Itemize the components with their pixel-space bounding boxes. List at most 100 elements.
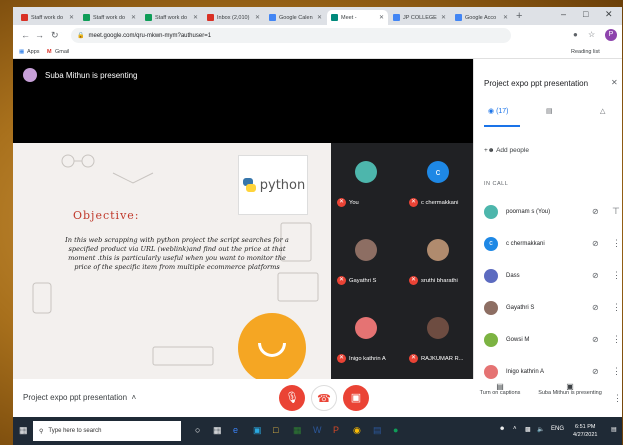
close-tab-icon[interactable]: ✕ <box>503 14 508 21</box>
reload-icon[interactable]: ↻ <box>51 30 59 41</box>
new-tab-icon[interactable]: + <box>516 10 522 22</box>
participant-row[interactable]: poornam s (You) ⊘ ⊤ <box>482 201 620 225</box>
more-vert-icon[interactable]: ⋮ <box>612 302 621 313</box>
star-icon[interactable]: ☆ <box>588 30 595 39</box>
volume-icon[interactable]: 🔈 <box>537 426 544 433</box>
more-vert-icon[interactable]: ⋮ <box>612 366 621 377</box>
chevron-up-tray-icon[interactable]: ˄ <box>513 426 517 432</box>
mic-muted-icon: ⊘ <box>592 207 599 216</box>
pin-icon[interactable]: ⊤ <box>612 206 620 217</box>
participant-avatar <box>427 239 449 261</box>
camera-off-button[interactable]: ▣ <box>343 385 369 411</box>
bookmark-apps[interactable]: Apps <box>27 49 40 55</box>
more-options-icon[interactable]: ⋮ <box>613 393 622 404</box>
participant-tile[interactable]: c ✕ c chermakkani <box>403 143 473 221</box>
participant-name: c chermakkani <box>421 200 459 206</box>
search-icon: ⚲ <box>39 428 44 435</box>
excel-icon[interactable]: ▦ <box>293 425 302 436</box>
store-icon[interactable]: ▣ <box>253 425 262 436</box>
omnibox[interactable]: 🔒 meet.google.com/qru-mkwn-mym?authuser=… <box>71 28 511 43</box>
close-window-icon[interactable]: ✕ <box>605 9 613 20</box>
apps-grid-icon[interactable]: ▦ <box>19 49 24 55</box>
gmail-icon: M <box>47 49 52 55</box>
google-icon <box>455 14 462 21</box>
file-explorer-icon[interactable]: □ <box>273 425 278 435</box>
mic-off-button[interactable]: 🎙 <box>279 385 305 411</box>
network-icon[interactable]: ▩ <box>525 426 531 433</box>
more-vert-icon[interactable]: ⋮ <box>612 334 621 345</box>
bookmark-gmail[interactable]: Gmail <box>55 49 69 55</box>
tab-label: Google Calen <box>279 14 313 21</box>
meet-stage: Suba Mithun is presenting python Objecti… <box>13 59 622 417</box>
close-panel-icon[interactable]: ✕ <box>611 78 618 87</box>
minimize-icon[interactable]: – <box>561 9 566 19</box>
chat-icon[interactable]: ▤ <box>546 107 553 115</box>
profile-avatar[interactable]: P <box>605 29 617 41</box>
activities-icon[interactable]: △ <box>600 107 605 115</box>
people-tray-icon[interactable]: ☻ <box>499 426 505 432</box>
leave-call-button[interactable]: ☎ <box>311 385 337 411</box>
word-icon[interactable]: W <box>313 425 322 435</box>
close-tab-icon[interactable]: ✕ <box>441 14 446 21</box>
participant-tile[interactable]: ✕ Inigo kathrin A <box>331 299 401 377</box>
mic-muted-icon: ⊘ <box>592 367 599 376</box>
browser-tab[interactable]: Staff work do ✕ <box>141 10 202 25</box>
edge-icon[interactable]: e <box>233 425 238 435</box>
taskbar-search[interactable]: ⚲ Type here to search <box>33 421 181 441</box>
participant-row[interactable]: Gayathri S ⊘ ⋮ <box>482 297 621 321</box>
present-button[interactable]: ▣ Suba Mithun is presenting <box>535 383 605 397</box>
participant-row[interactable]: Dass ⊘ ⋮ <box>482 265 621 289</box>
browser-tab[interactable]: Google Acco ✕ <box>451 10 512 25</box>
participant-name: c chermakkani <box>506 241 545 247</box>
browser-tab[interactable]: Inbox (2,010) ✕ <box>203 10 264 25</box>
photos-icon[interactable]: ● <box>393 425 398 435</box>
participant-avatar <box>484 205 498 219</box>
participant-row[interactable]: Inigo kathrin A ⊘ ⋮ <box>482 361 621 385</box>
participant-row[interactable]: c c chermakkani ⊘ ⋮ <box>482 233 621 257</box>
back-icon[interactable]: ← <box>21 30 30 40</box>
close-tab-icon[interactable]: ✕ <box>317 14 322 21</box>
maximize-icon[interactable]: □ <box>583 9 588 19</box>
mic-off-icon: ✕ <box>409 276 418 285</box>
participant-row[interactable]: Gowsi M ⊘ ⋮ <box>482 329 621 353</box>
browser-tab[interactable]: Staff work do ✕ <box>17 10 78 25</box>
tab-label: Staff work do <box>93 14 125 21</box>
close-tab-icon[interactable]: ✕ <box>193 14 198 21</box>
forward-icon[interactable]: → <box>35 30 44 40</box>
participant-tile[interactable]: ✕ You <box>331 143 401 221</box>
close-tab-icon[interactable]: ✕ <box>255 14 260 21</box>
participant-avatar <box>427 317 449 339</box>
cortana-icon[interactable]: ○ <box>195 425 200 435</box>
browser-tab[interactable]: Meet - ✕ <box>327 10 388 25</box>
bookmark-reading-list[interactable]: Reading list <box>571 49 600 55</box>
windows-start-icon[interactable]: ▦ <box>19 425 28 436</box>
captions-button[interactable]: ▤ Turn on captions <box>465 383 535 397</box>
tab-people[interactable]: ◉ (17) <box>488 107 509 115</box>
notifications-icon[interactable]: ▤ <box>611 426 617 433</box>
add-people-button[interactable]: +☻ Add people <box>484 147 529 154</box>
close-tab-icon[interactable]: ✕ <box>131 14 136 21</box>
taskbar: ▦ ⚲ Type here to search ○ ▦ e ▣ □ ▦ W P … <box>13 417 622 445</box>
close-tab-icon[interactable]: ✕ <box>69 14 74 21</box>
more-vert-icon[interactable]: ⋮ <box>612 270 621 281</box>
browser-tab[interactable]: JP COLLEGE ✕ <box>389 10 450 25</box>
clock[interactable]: 6:51 PM 4/27/2021 <box>573 423 597 439</box>
browser-tab[interactable]: Google Calen ✕ <box>265 10 326 25</box>
task-view-icon[interactable]: ▦ <box>213 425 222 436</box>
powerpoint-icon[interactable]: P <box>333 425 339 435</box>
chrome-icon[interactable]: ◉ <box>353 425 361 436</box>
presenter-label: Suba Mithun is presenting <box>45 71 138 80</box>
participant-tile[interactable]: ✕ sruthi bharathi <box>403 221 473 299</box>
participant-tile[interactable]: ✕ RAJKUMAR R... <box>403 299 473 377</box>
more-vert-icon[interactable]: ⋮ <box>612 238 621 249</box>
language-indicator[interactable]: ENG <box>551 426 564 432</box>
word-doc-icon[interactable]: ▤ <box>373 425 382 436</box>
browser-tab[interactable]: Staff work do ✕ <box>79 10 140 25</box>
participant-tile[interactable]: ✕ Gayathri S <box>331 221 401 299</box>
camera-icon[interactable]: ● <box>573 30 578 39</box>
participant-name: RAJKUMAR R... <box>421 356 464 362</box>
calendar-icon <box>269 14 276 21</box>
meeting-title[interactable]: Project expo ppt presentation ˄ <box>23 393 136 402</box>
close-tab-icon[interactable]: ✕ <box>379 14 384 21</box>
tab-label: Google Acco <box>465 14 497 21</box>
